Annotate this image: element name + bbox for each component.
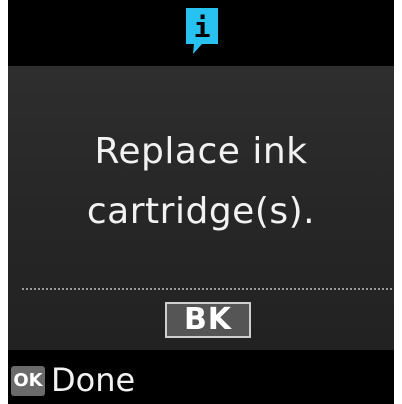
message-panel: Replace ink cartridge(s). BK — [8, 66, 394, 350]
message-line-1: Replace ink — [94, 131, 308, 172]
message-text: Replace ink cartridge(s). — [8, 122, 394, 242]
dotted-divider — [22, 288, 392, 290]
info-icon: i — [184, 6, 220, 56]
done-label: Done — [51, 361, 136, 399]
message-line-2: cartridge(s). — [86, 191, 316, 232]
info-icon-glyph: i — [194, 11, 211, 44]
status-header: i — [8, 0, 394, 66]
cartridge-badge-bk: BK — [165, 302, 251, 338]
printer-lcd-screen: i Replace ink cartridge(s). BK OK Done — [8, 0, 394, 404]
softkey-bar: OK Done — [8, 350, 394, 404]
ok-key-icon[interactable]: OK — [11, 366, 45, 396]
